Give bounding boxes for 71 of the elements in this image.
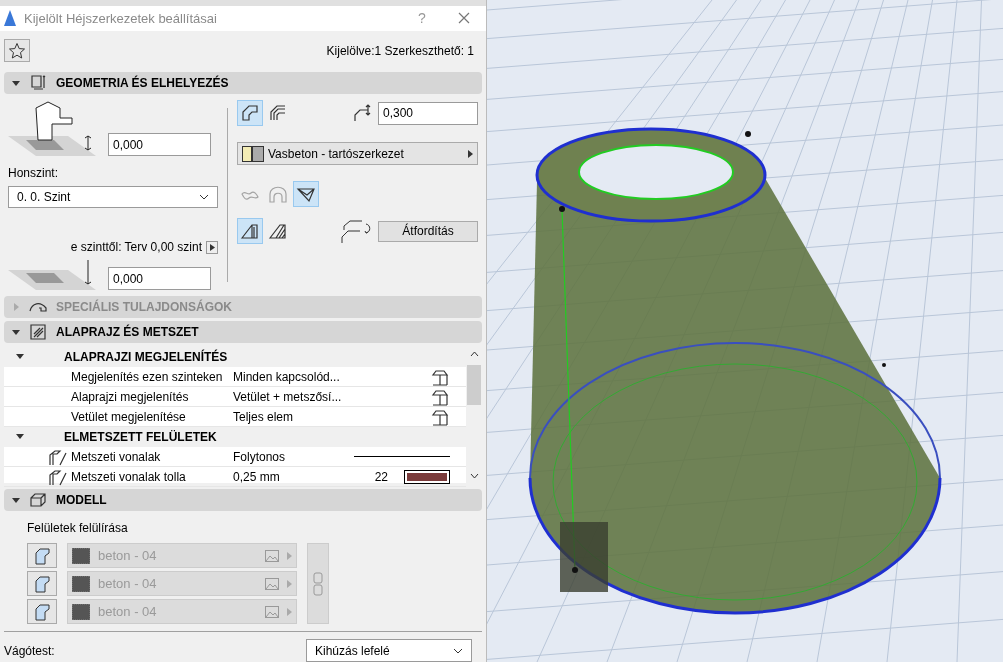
section-title: ALAPRAJZ ÉS METSZET <box>56 323 199 341</box>
property-row[interactable]: Megjelenítés ezen szinteken Minden kapcsolód... <box>4 367 466 387</box>
property-row[interactable]: Metszeti vonalak Folytonos <box>4 447 466 467</box>
scroll-up-icon[interactable] <box>469 351 479 357</box>
favorites-button[interactable] <box>4 39 30 62</box>
surface-side-icon <box>27 571 57 596</box>
section-header[interactable]: ALAPRAJZ ÉS METSZET <box>4 321 482 343</box>
collapse-triangle-icon[interactable] <box>16 354 24 360</box>
close-icon[interactable] <box>458 12 470 25</box>
reference-menu-button[interactable] <box>206 240 218 254</box>
image-icon <box>265 577 279 590</box>
play-triangle-icon <box>468 149 473 158</box>
section-title: MODELL <box>56 492 107 509</box>
play-triangle-icon <box>287 607 292 616</box>
edge-profile-icon <box>240 103 260 123</box>
chain-link-icon <box>313 571 323 596</box>
collapse-triangle-icon[interactable] <box>16 434 24 440</box>
chevron-down-icon <box>453 647 463 654</box>
option-toggle[interactable] <box>293 181 319 207</box>
option-toggle[interactable] <box>237 218 263 244</box>
image-icon <box>265 605 279 618</box>
group-header[interactable]: ELMETSZETT FELÜLETEK <box>4 427 466 447</box>
scroll-down-icon[interactable] <box>469 473 479 479</box>
dome-shell-icon <box>268 184 288 204</box>
property-row[interactable]: Alaprajzi megjelenítés Vetület + metszősí... <box>4 387 466 407</box>
option-toggle[interactable] <box>237 100 263 126</box>
app-logo-icon <box>4 10 16 27</box>
collapse-triangle-icon[interactable] <box>12 79 20 87</box>
group-header[interactable]: ALAPRAJZI MEGJELENÍTÉS <box>4 347 466 367</box>
image-icon <box>265 549 279 562</box>
collapse-triangle-icon[interactable] <box>12 328 20 336</box>
texture-swatch-icon <box>72 603 90 620</box>
pen-number: 22 <box>374 468 388 486</box>
bottom-offset-field[interactable]: 0,000 <box>108 267 211 290</box>
play-triangle-icon <box>209 243 215 251</box>
chevron-down-icon <box>199 194 209 200</box>
home-story-label: Honszint: <box>8 165 60 182</box>
profile-extrusion-icon <box>268 221 288 241</box>
material-swatch-icon <box>242 145 264 162</box>
property-row[interactable]: Metszeti vonalak tolla 0,25 mm 22 <box>4 467 466 487</box>
star-icon <box>8 41 26 60</box>
surfaces-label: Felületek felülírása <box>27 520 129 537</box>
model-box-icon <box>28 490 48 510</box>
edge-profile-icon <box>268 103 288 123</box>
shell-top-elevation-icon <box>8 100 96 156</box>
thickness-field[interactable]: 0,300 <box>378 101 478 125</box>
texture-swatch-icon <box>72 547 90 564</box>
floor-plan-icon <box>28 322 48 342</box>
cone-shell-drawing[interactable] <box>528 127 942 615</box>
flip-button[interactable]: Átfordítás <box>378 220 478 242</box>
section-title: GEOMETRIA ÉS ELHELYEZÉS <box>56 74 229 92</box>
play-triangle-icon <box>287 551 292 560</box>
geometry-icon <box>28 73 48 93</box>
profile-extrusion-icon <box>240 221 260 241</box>
cutting-body-label: Vágótest: <box>4 642 55 660</box>
shell-bottom-elevation-icon <box>8 260 96 290</box>
texture-swatch-icon <box>72 575 90 592</box>
play-triangle-icon <box>287 579 292 588</box>
section-header[interactable]: MODELL <box>4 489 482 511</box>
surface-side-icon <box>27 543 57 568</box>
section-title: SPECIÁLIS TULAJDONSÁGOK <box>56 298 232 316</box>
selection-info: Kijelölve:1 Szerkeszthető: 1 <box>326 42 475 60</box>
cutting-body-dropdown[interactable]: Kihúzás lefelé <box>306 639 472 662</box>
building-material-button[interactable]: Vasbeton - tartószerkezet <box>237 142 478 165</box>
surface-side-icon <box>27 599 57 624</box>
section-header[interactable]: GEOMETRIA ÉS ELHELYEZÉS <box>4 72 482 94</box>
bottom-reference-label: e szinttől: Terv 0,00 szint <box>70 239 202 256</box>
collapse-triangle-icon[interactable] <box>12 496 20 504</box>
top-offset-field[interactable]: 0,000 <box>108 133 211 156</box>
home-story-dropdown[interactable]: 0. 0. Szint <box>8 186 218 208</box>
window-title: Kijelölt Héjszerkezetek beállításai <box>24 9 218 28</box>
